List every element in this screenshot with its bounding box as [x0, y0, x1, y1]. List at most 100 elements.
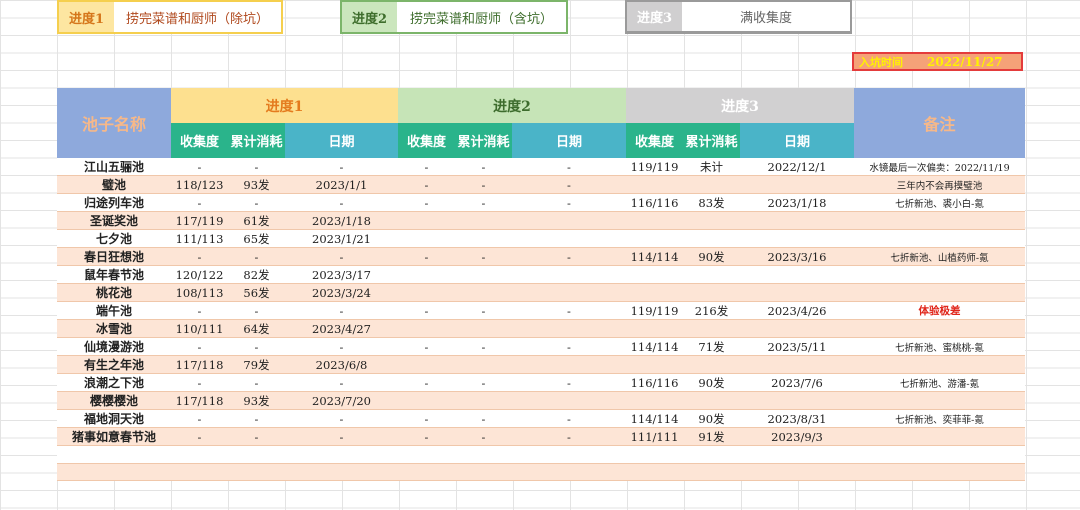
p1-collection-cell[interactable]: - [171, 409, 228, 428]
p1-collection-cell[interactable]: - [171, 193, 228, 212]
p2-cost-cell[interactable] [455, 319, 512, 338]
p1-date-header[interactable]: 日期 [285, 123, 398, 158]
p3-date-header[interactable]: 日期 [740, 123, 854, 158]
notes-header[interactable]: 备注 [854, 88, 1025, 158]
p3-cost-cell[interactable] [683, 319, 740, 338]
pool-name-header[interactable]: 池子名称 [57, 88, 171, 158]
pool-name-cell[interactable]: 福地洞天池 [57, 409, 171, 428]
pool-name-cell[interactable]: 浪潮之下池 [57, 373, 171, 392]
p3-collection-cell[interactable]: 116/116 [626, 193, 683, 212]
p2-date-cell[interactable] [512, 445, 626, 464]
p2-cost-cell[interactable]: - [455, 301, 512, 320]
p1-date-cell[interactable]: - [285, 247, 398, 266]
p3-collection-cell[interactable]: 116/116 [626, 373, 683, 392]
entry-time-cell[interactable]: 入坑时间 2022/11/27 [852, 52, 1023, 71]
p2-cost-cell[interactable]: - [455, 247, 512, 266]
note-cell[interactable]: 七折新池、游潘-氪 [854, 373, 1025, 392]
p3-cost-cell[interactable] [683, 175, 740, 194]
note-cell[interactable] [854, 391, 1025, 410]
pool-name-cell[interactable] [57, 445, 171, 464]
p3-collection-cell[interactable]: 114/114 [626, 409, 683, 428]
p2-cost-cell[interactable]: - [455, 337, 512, 356]
p1-collection-cell[interactable]: 108/113 [171, 283, 228, 302]
p2-date-cell[interactable]: - [512, 247, 626, 266]
p1-cost-cell[interactable]: - [228, 158, 285, 176]
note-cell[interactable] [854, 445, 1025, 464]
p3-date-cell[interactable]: 2023/1/18 [740, 193, 854, 212]
p2-cost-cell[interactable] [455, 265, 512, 284]
p2-date-cell[interactable]: - [512, 373, 626, 392]
p2-collection-header[interactable]: 收集度 [398, 123, 455, 158]
p3-collection-cell[interactable]: 119/119 [626, 301, 683, 320]
note-cell[interactable] [854, 319, 1025, 338]
p3-cost-cell[interactable] [683, 391, 740, 410]
p1-cost-cell[interactable]: - [228, 337, 285, 356]
note-cell[interactable]: 七折新池、蜜桃桃-氪 [854, 337, 1025, 356]
p3-date-cell[interactable]: 2023/3/16 [740, 247, 854, 266]
p2-cost-cell[interactable]: - [455, 427, 512, 446]
p3-cost-cell[interactable]: 未计 [683, 158, 740, 176]
pool-name-cell[interactable]: 有生之年池 [57, 355, 171, 374]
p2-collection-cell[interactable]: - [398, 409, 455, 428]
p2-date-cell[interactable] [512, 463, 626, 481]
pool-name-cell[interactable]: 七夕池 [57, 229, 171, 248]
note-cell[interactable]: 七折新池、奕菲菲-氪 [854, 409, 1025, 428]
p2-collection-cell[interactable]: - [398, 427, 455, 446]
p3-collection-cell[interactable] [626, 391, 683, 410]
p2-collection-cell[interactable]: - [398, 175, 455, 194]
p3-cost-cell[interactable] [683, 283, 740, 302]
p1-collection-cell[interactable]: 117/119 [171, 211, 228, 230]
progress1-header[interactable]: 进度1 [171, 88, 398, 123]
p3-cost-cell[interactable]: 216发 [683, 301, 740, 320]
p1-date-cell[interactable]: - [285, 427, 398, 446]
p1-collection-cell[interactable]: 117/118 [171, 355, 228, 374]
p3-date-cell[interactable] [740, 445, 854, 464]
p1-cost-cell[interactable]: 64发 [228, 319, 285, 338]
p2-date-cell[interactable]: - [512, 301, 626, 320]
p3-date-cell[interactable] [740, 283, 854, 302]
p3-date-cell[interactable]: 2023/9/3 [740, 427, 854, 446]
pool-name-cell[interactable]: 樱樱樱池 [57, 391, 171, 410]
p3-date-cell[interactable] [740, 355, 854, 374]
p2-date-cell[interactable] [512, 319, 626, 338]
p1-date-cell[interactable]: 2023/3/24 [285, 283, 398, 302]
p1-collection-cell[interactable]: - [171, 301, 228, 320]
p1-date-cell[interactable]: 2023/7/20 [285, 391, 398, 410]
p2-collection-cell[interactable] [398, 463, 455, 481]
p3-collection-cell[interactable] [626, 319, 683, 338]
p1-collection-header[interactable]: 收集度 [171, 123, 228, 158]
p2-cost-cell[interactable]: - [455, 373, 512, 392]
p2-date-cell[interactable]: - [512, 409, 626, 428]
note-cell[interactable] [854, 427, 1025, 446]
p3-date-cell[interactable] [740, 265, 854, 284]
p3-cost-cell[interactable]: 90发 [683, 247, 740, 266]
p2-date-cell[interactable]: - [512, 427, 626, 446]
p1-date-cell[interactable]: - [285, 337, 398, 356]
p2-cost-cell[interactable] [455, 283, 512, 302]
p2-cost-header[interactable]: 累计消耗 [455, 123, 512, 158]
note-cell[interactable] [854, 355, 1025, 374]
note-cell[interactable] [854, 211, 1025, 230]
p1-date-cell[interactable] [285, 445, 398, 464]
p3-cost-cell[interactable] [683, 265, 740, 284]
p1-collection-cell[interactable] [171, 463, 228, 481]
p2-collection-cell[interactable] [398, 211, 455, 230]
note-cell[interactable]: 七折新池、裘小白-氪 [854, 193, 1025, 212]
p2-collection-cell[interactable] [398, 319, 455, 338]
p3-cost-cell[interactable] [683, 211, 740, 230]
p1-date-cell[interactable]: 2023/1/1 [285, 175, 398, 194]
p2-collection-cell[interactable]: - [398, 158, 455, 176]
p2-collection-cell[interactable]: - [398, 373, 455, 392]
p2-date-cell[interactable]: - [512, 158, 626, 176]
pool-name-cell[interactable]: 端午池 [57, 301, 171, 320]
p3-collection-cell[interactable] [626, 229, 683, 248]
p3-cost-cell[interactable] [683, 445, 740, 464]
p3-cost-header[interactable]: 累计消耗 [683, 123, 740, 158]
pool-name-cell[interactable]: 圣诞奖池 [57, 211, 171, 230]
p3-collection-cell[interactable] [626, 445, 683, 464]
p3-date-cell[interactable] [740, 391, 854, 410]
p1-cost-cell[interactable]: 61发 [228, 211, 285, 230]
p2-collection-cell[interactable] [398, 445, 455, 464]
p1-cost-cell[interactable]: 65发 [228, 229, 285, 248]
p3-collection-cell[interactable]: 114/114 [626, 247, 683, 266]
